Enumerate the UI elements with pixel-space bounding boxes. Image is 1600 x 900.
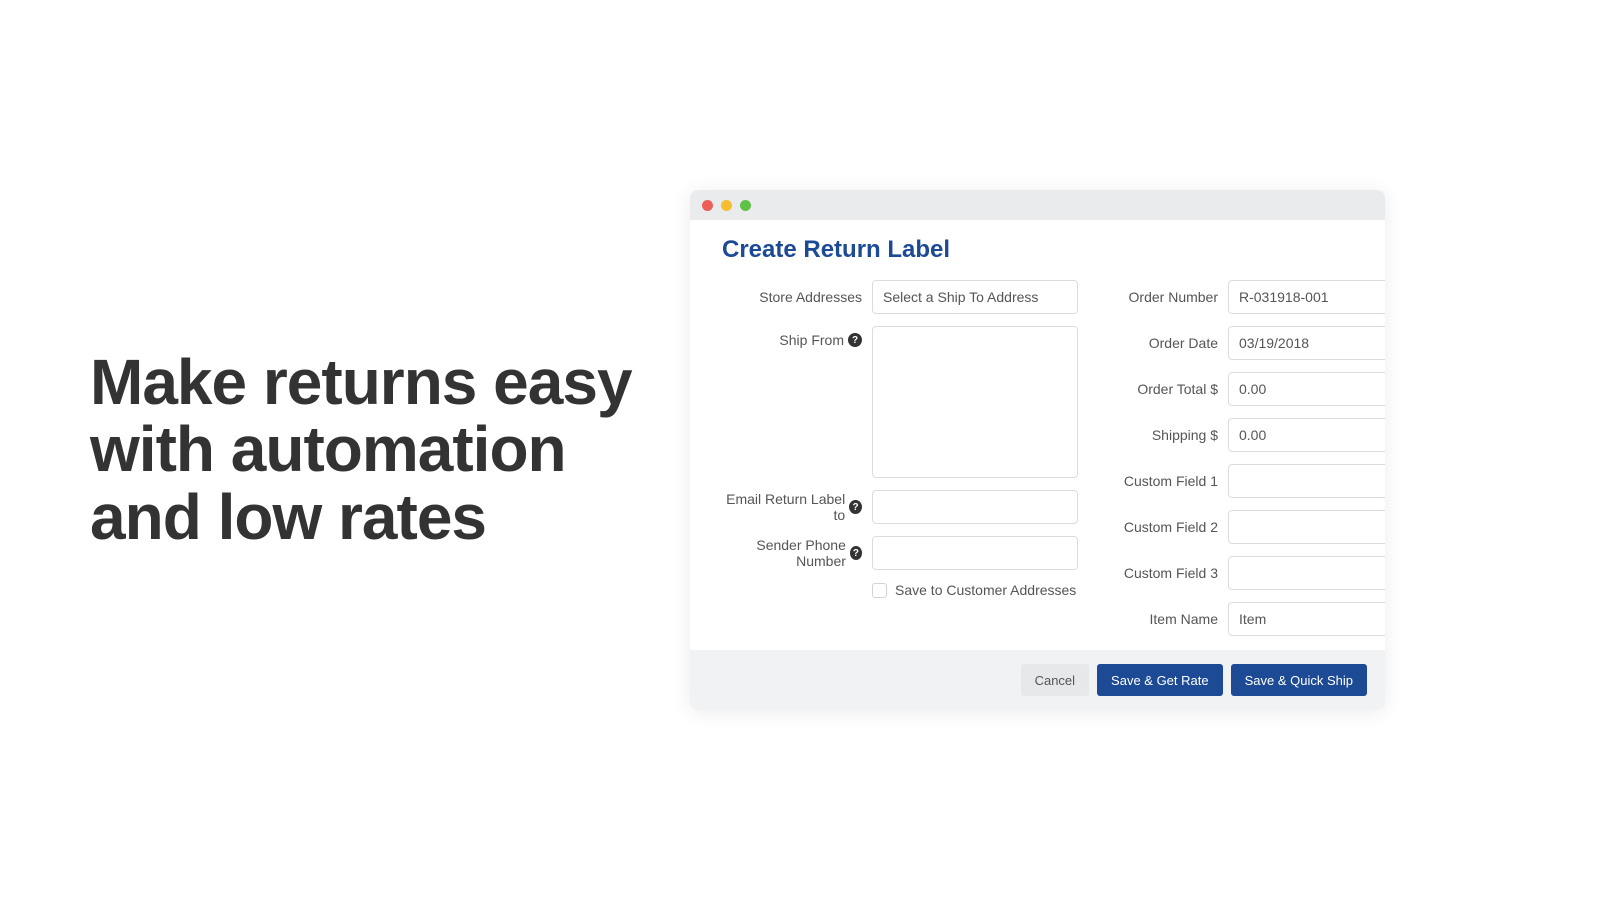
custom3-input[interactable] xyxy=(1228,556,1385,590)
shipping-label: Shipping $ xyxy=(1108,427,1218,443)
custom1-input[interactable] xyxy=(1228,464,1385,498)
ship-from-input[interactable] xyxy=(872,326,1078,478)
order-total-label: Order Total $ xyxy=(1108,381,1218,397)
close-icon[interactable] xyxy=(702,200,713,211)
sender-phone-label: Sender Phone Number xyxy=(722,537,846,569)
app-window: Create Return Label Store Addresses Ship… xyxy=(690,190,1385,710)
form-footer: Cancel Save & Get Rate Save & Quick Ship xyxy=(690,650,1385,710)
maximize-icon[interactable] xyxy=(740,200,751,211)
item-name-input[interactable] xyxy=(1228,602,1385,636)
order-number-input[interactable] xyxy=(1228,280,1385,314)
order-number-label: Order Number xyxy=(1108,289,1218,305)
custom2-label: Custom Field 2 xyxy=(1108,519,1218,535)
marketing-headline: Make returns easy with automation and lo… xyxy=(90,349,650,551)
custom3-label: Custom Field 3 xyxy=(1108,565,1218,581)
custom1-label: Custom Field 1 xyxy=(1108,473,1218,489)
cancel-button[interactable]: Cancel xyxy=(1021,664,1089,696)
item-name-label: Item Name xyxy=(1108,611,1218,627)
save-customer-checkbox[interactable] xyxy=(872,583,887,598)
sender-phone-input[interactable] xyxy=(872,536,1078,570)
store-addresses-select[interactable] xyxy=(872,280,1078,314)
save-quick-ship-button[interactable]: Save & Quick Ship xyxy=(1231,664,1367,696)
order-date-input[interactable] xyxy=(1228,326,1385,360)
order-total-input[interactable] xyxy=(1228,372,1385,406)
store-addresses-label: Store Addresses xyxy=(722,289,862,305)
info-icon[interactable]: ? xyxy=(850,546,862,560)
email-return-label: Email Return Label to xyxy=(722,491,845,523)
form-title: Create Return Label xyxy=(722,236,1353,264)
info-icon[interactable]: ? xyxy=(849,500,862,514)
ship-from-label: Ship From xyxy=(779,332,844,348)
minimize-icon[interactable] xyxy=(721,200,732,211)
save-get-rate-button[interactable]: Save & Get Rate xyxy=(1097,664,1223,696)
window-titlebar xyxy=(690,190,1385,220)
info-icon[interactable]: ? xyxy=(848,333,862,347)
custom2-input[interactable] xyxy=(1228,510,1385,544)
shipping-input[interactable] xyxy=(1228,418,1385,452)
email-return-input[interactable] xyxy=(872,490,1078,524)
order-date-label: Order Date xyxy=(1108,335,1218,351)
save-customer-label: Save to Customer Addresses xyxy=(895,582,1076,598)
